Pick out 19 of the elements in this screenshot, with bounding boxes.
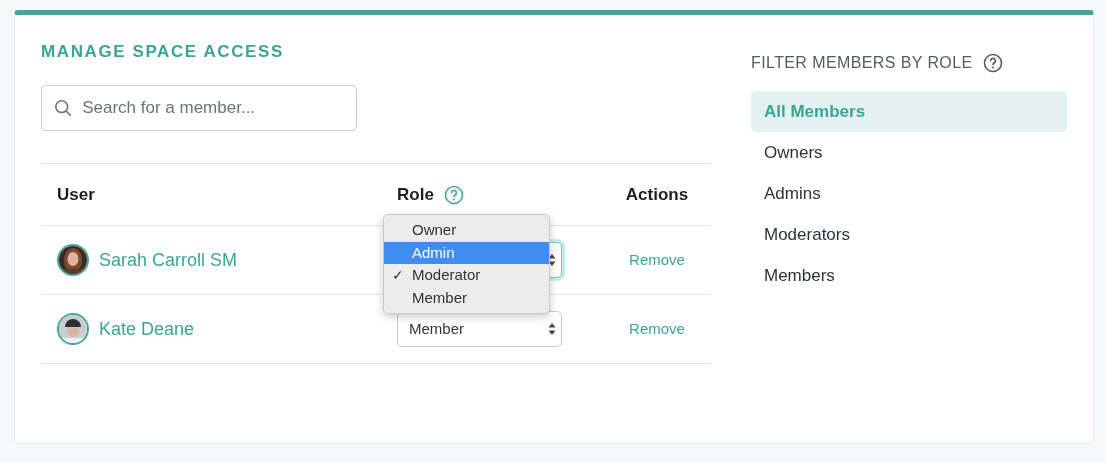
help-icon[interactable] bbox=[982, 53, 1003, 73]
search-icon bbox=[54, 98, 73, 118]
dropdown-option[interactable]: ✓ Moderator bbox=[384, 264, 549, 287]
column-header: Role bbox=[397, 183, 434, 206]
help-icon[interactable] bbox=[443, 184, 464, 205]
column-header: Actions bbox=[625, 183, 689, 206]
search-field[interactable]: Search for a member... bbox=[41, 85, 357, 131]
filter-item[interactable]: Owners bbox=[751, 132, 1067, 173]
role-select[interactable]: Member bbox=[397, 311, 562, 347]
dropdown-option[interactable]: Member bbox=[384, 286, 549, 309]
column-header: User bbox=[57, 183, 95, 206]
check-mark: ✓ bbox=[392, 266, 404, 283]
dropdown-option[interactable]: Owner bbox=[384, 219, 549, 242]
section-title: MANAGE SPACE ACCESS bbox=[41, 41, 285, 63]
filter-title: FILTER MEMBERS BY ROLE bbox=[751, 53, 973, 73]
updown-arrows-icon bbox=[547, 321, 557, 337]
filter-item[interactable]: Admins bbox=[751, 173, 1067, 214]
filter-item[interactable]: Members bbox=[751, 255, 1067, 296]
filter-item[interactable]: Moderators bbox=[751, 214, 1067, 255]
